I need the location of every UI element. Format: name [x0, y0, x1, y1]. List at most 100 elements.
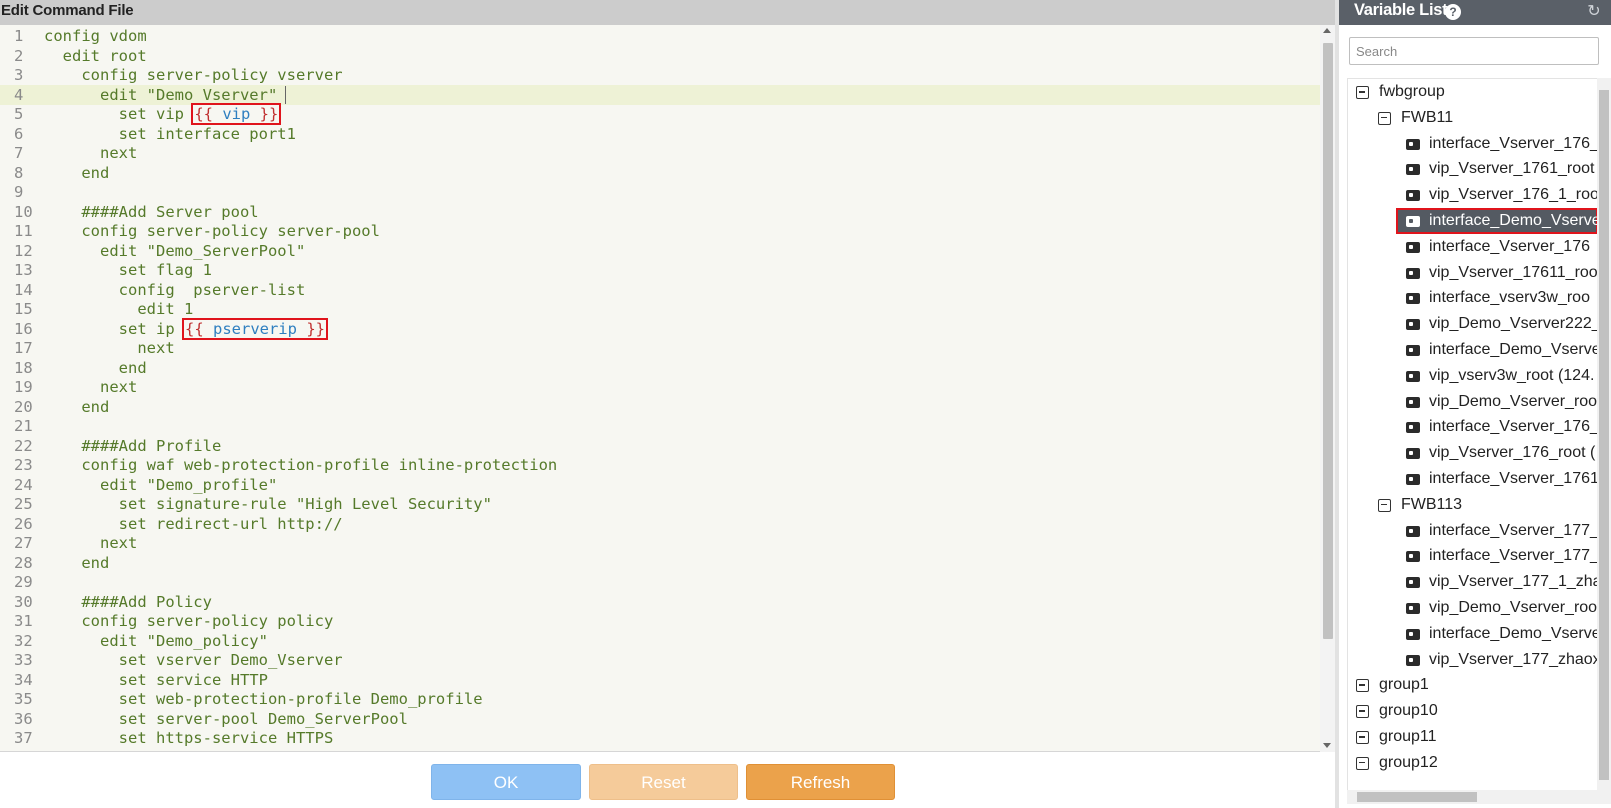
scroll-down-arrow-icon[interactable] — [1323, 743, 1331, 748]
collapse-toggle-icon[interactable] — [1356, 731, 1369, 744]
tree-variable-item[interactable]: interface_Demo_Vserve — [1348, 621, 1597, 647]
code-text: edit "Demo_ServerPool" — [44, 241, 305, 261]
line-number: 18 — [14, 358, 33, 377]
tree-group-node[interactable]: FWB113 — [1348, 492, 1597, 518]
code-statement: set server-pool Demo_ServerPool — [44, 709, 408, 728]
template-variable-name: vip — [212, 105, 260, 123]
code-line[interactable]: 10 ####Add Server pool — [0, 202, 1320, 222]
ok-button[interactable]: OK — [431, 764, 581, 800]
tree-variable-item[interactable]: vip_Vserver_1761_root — [1348, 156, 1597, 182]
editor-scroll-thumb[interactable] — [1323, 43, 1333, 639]
collapse-toggle-icon[interactable] — [1356, 705, 1369, 719]
code-statement: config vdom — [44, 27, 147, 45]
tree-variable-item[interactable]: interface_Vserver_176_ — [1348, 414, 1597, 440]
code-line[interactable]: 29 — [0, 572, 1320, 592]
tree-group-node[interactable]: group10 — [1348, 698, 1597, 724]
code-line[interactable]: 27 next — [0, 533, 1320, 553]
reset-button[interactable]: Reset — [589, 764, 738, 800]
code-line[interactable]: 11 config server-policy server-pool — [0, 221, 1320, 241]
code-line[interactable]: 2 edit root — [0, 46, 1320, 66]
code-statement: end — [44, 358, 147, 377]
tree-variable-item[interactable]: vip_Demo_Vserver_roo — [1348, 595, 1597, 621]
tree-variable-item[interactable]: interface_Vserver_177_ — [1348, 518, 1597, 544]
code-line[interactable]: 14 config pserver-list — [0, 280, 1320, 300]
code-line[interactable]: 16 set ip {{ pserverip }} — [0, 317, 1320, 340]
tree-variable-item[interactable]: vip_Vserver_177_zhaox — [1348, 647, 1597, 673]
collapse-toggle-icon[interactable] — [1356, 756, 1369, 770]
code-line[interactable]: 28 end — [0, 553, 1320, 573]
code-line[interactable]: 31 config server-policy policy — [0, 611, 1320, 631]
variable-icon — [1406, 603, 1420, 614]
code-line[interactable]: 23 config waf web-protection-profile inl… — [0, 455, 1320, 475]
tree-group-node[interactable]: fwbgroup — [1348, 79, 1597, 105]
tree-horizontal-scroll-thumb[interactable] — [1357, 792, 1477, 802]
collapse-toggle-icon[interactable] — [1378, 111, 1391, 125]
code-line[interactable]: 20 end — [0, 397, 1320, 417]
code-line[interactable]: 32 edit "Demo_policy" — [0, 631, 1320, 651]
tree-variable-item[interactable]: interface_Vserver_177_ — [1348, 543, 1597, 569]
code-line[interactable]: 4 edit "Demo_Vserver" — [0, 84, 1320, 105]
code-statement: ####Add Server pool — [44, 202, 259, 221]
line-number: 5 — [14, 105, 24, 123]
code-line[interactable]: 3 config server-policy vserver — [0, 65, 1320, 85]
code-editor[interactable]: 1 config vdom 2 edit root 3 config server-p… — [0, 25, 1335, 752]
code-line[interactable]: 12 edit "Demo_ServerPool" — [0, 241, 1320, 261]
scroll-up-arrow-icon[interactable] — [1323, 28, 1331, 33]
editor-vertical-scrollbar[interactable] — [1320, 25, 1335, 752]
code-line[interactable]: 5 set vip {{ vip }} — [0, 103, 1320, 125]
tree-variable-item[interactable]: vip_Vserver_176_1_roo — [1348, 182, 1597, 208]
code-line[interactable]: 37 set https-service HTTPS — [0, 728, 1320, 748]
tree-group-node[interactable]: FWB11 — [1348, 105, 1597, 131]
code-line[interactable]: 19 next — [0, 377, 1320, 397]
collapse-toggle-icon[interactable] — [1356, 679, 1369, 693]
tree-variable-item[interactable]: interface_Vserver_1761 — [1348, 466, 1597, 492]
collapse-toggle-icon[interactable] — [1378, 498, 1391, 512]
code-line[interactable]: 9 — [0, 182, 1320, 202]
code-line[interactable]: 25 set signature-rule "High Level Securi… — [0, 494, 1320, 514]
tree-group-node[interactable]: group11 — [1348, 724, 1597, 750]
collapse-toggle-icon[interactable] — [1356, 86, 1369, 99]
tree-variable-item[interactable]: interface_vserv3w_roo — [1348, 285, 1597, 311]
code-line[interactable]: 34 set service HTTP — [0, 670, 1320, 690]
code-line[interactable]: 17 next — [0, 338, 1320, 358]
refresh-icon[interactable]: ↻ — [1586, 4, 1602, 20]
variable-search-input[interactable] — [1349, 37, 1599, 65]
line-number: 17 — [14, 339, 33, 357]
code-line[interactable]: 35 set web-protection-profile Demo_profi… — [0, 689, 1320, 709]
tree-group-node[interactable]: group12 — [1348, 750, 1597, 776]
code-line[interactable]: 26 set redirect-url http:// — [0, 514, 1320, 534]
code-line[interactable]: 21 — [0, 416, 1320, 436]
help-icon[interactable]: ? — [1445, 4, 1461, 20]
tree-variable-item[interactable]: vip_Vserver_176_root ( — [1348, 440, 1597, 466]
code-line[interactable]: 13 set flag 1 — [0, 260, 1320, 280]
code-line[interactable]: 33 set vserver Demo_Vserver — [0, 650, 1320, 670]
code-line[interactable]: 1 config vdom — [0, 26, 1320, 46]
code-line[interactable]: 15 edit 1 — [0, 299, 1320, 319]
tree-variable-item[interactable]: vip_Demo_Vserver_roo — [1348, 389, 1597, 415]
tree-variable-item[interactable]: interface_Demo_Vserve — [1396, 208, 1597, 234]
code-line[interactable]: 22 ####Add Profile — [0, 436, 1320, 456]
line-number: 12 — [14, 241, 33, 260]
tree-group-node[interactable]: group1 — [1348, 672, 1597, 698]
tree-node-label: vip_Vserver_176_1_roo — [1429, 186, 1597, 204]
tree-variable-item[interactable]: interface_Vserver_176_ — [1348, 131, 1597, 157]
tree-scroll-thumb[interactable] — [1599, 90, 1609, 780]
code-line[interactable]: 7 next — [0, 143, 1320, 163]
code-text: ####Add Policy — [44, 592, 212, 612]
refresh-button[interactable]: Refresh — [746, 764, 895, 800]
tree-variable-item[interactable]: vip_Vserver_177_1_zha — [1348, 569, 1597, 595]
tree-variable-item[interactable]: vip_Demo_Vserver222_ — [1348, 311, 1597, 337]
code-line[interactable]: 36 set server-pool Demo_ServerPool — [0, 709, 1320, 729]
tree-vertical-scrollbar[interactable] — [1597, 78, 1611, 790]
code-line[interactable]: 30 ####Add Policy — [0, 592, 1320, 612]
tree-horizontal-scrollbar[interactable] — [1347, 790, 1611, 804]
tree-variable-item[interactable]: interface_Vserver_176 — [1348, 234, 1597, 260]
code-line[interactable]: 6 set interface port1 — [0, 124, 1320, 144]
code-line[interactable]: 8 end — [0, 163, 1320, 183]
code-line[interactable]: 24 edit "Demo_profile" — [0, 475, 1320, 495]
tree-variable-item[interactable]: vip_vserv3w_root (124. — [1348, 363, 1597, 389]
tree-variable-item[interactable]: interface_Demo_Vserve — [1348, 337, 1597, 363]
tree-variable-item[interactable]: vip_Vserver_17611_roo — [1348, 260, 1597, 286]
code-line[interactable]: 18 end — [0, 358, 1320, 378]
template-variable-highlight: {{ pserverip }} — [181, 317, 328, 340]
